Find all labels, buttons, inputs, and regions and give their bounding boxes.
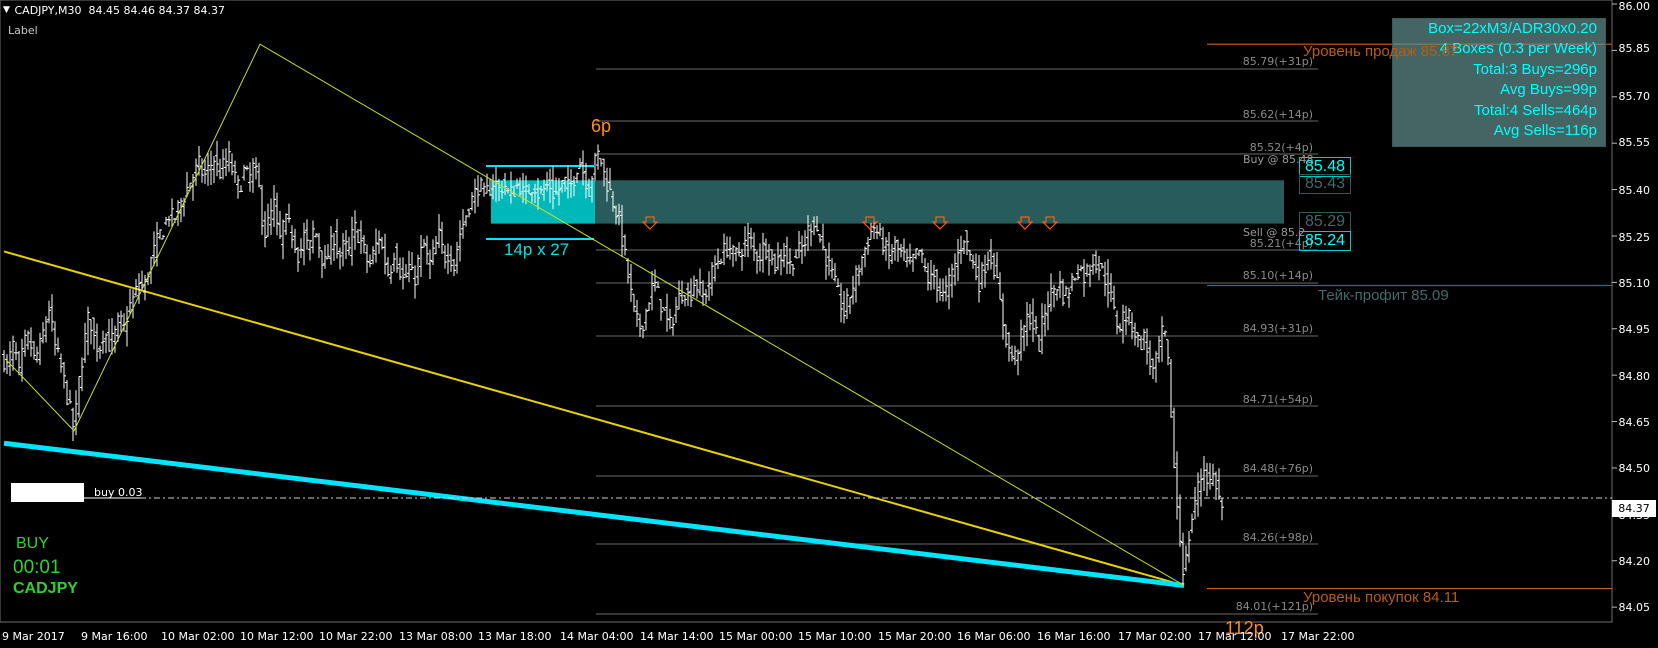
fib-label: 85.62(+14p) — [1242, 108, 1313, 121]
price-tick: 84.20 — [1618, 555, 1651, 568]
price-tick: 84.65 — [1618, 416, 1651, 429]
signal-symbol: CADJPY — [13, 580, 78, 597]
chart-header: CADJPY,M30 84.45 84.46 84.37 84.37 — [4, 4, 225, 17]
stat-line: Total:3 Buys=296p — [1473, 60, 1597, 78]
ohlc-values: 84.45 84.46 84.37 84.37 — [88, 4, 225, 17]
price-tick: 85.55 — [1618, 136, 1651, 149]
price-tick: 84.05 — [1618, 601, 1651, 614]
fib-label: 84.48(+76p) — [1242, 462, 1313, 475]
take-profit-label: Тейк-профит 85.09 — [1318, 287, 1449, 304]
time-tick: 17 Mar 02:00 — [1118, 630, 1192, 643]
stat-line: Box=22xM3/ADR30x0.20 — [1428, 20, 1597, 37]
fib-label: 84.93(+31p) — [1242, 322, 1313, 335]
bar-timer: 00:01 — [13, 557, 61, 578]
price-tick: 84.95 — [1618, 323, 1651, 336]
time-tick: 13 Mar 18:00 — [478, 630, 552, 643]
time-tick: 10 Mar 12:00 — [240, 630, 314, 643]
buy-level-label: Уровень покупок 84.11 — [1303, 589, 1460, 606]
stat-line: Total:4 Sells=464p — [1473, 101, 1597, 119]
time-tick: 9 Mar 2017 — [2, 630, 65, 643]
price-tick: 85.10 — [1618, 277, 1651, 290]
fib-label: 84.71(+54p) — [1242, 393, 1313, 406]
price-tick: 85.25 — [1618, 231, 1651, 244]
stats-panel: Box=22xM3/ADR30x0.20 4 Boxes (0.3 per We… — [1392, 18, 1606, 147]
time-tick: 17 Mar 12:00 — [1198, 630, 1272, 643]
box-top-price: 85.43 — [1299, 174, 1351, 194]
price-tick: 85.85 — [1618, 42, 1651, 55]
time-tick: 15 Mar 10:00 — [798, 630, 872, 643]
time-tick: 17 Mar 22:00 — [1281, 630, 1355, 643]
time-tick: 9 Mar 16:00 — [81, 630, 148, 643]
swing-high-pips: 6p — [591, 116, 612, 136]
current-price-marker: 84.37 — [1612, 500, 1656, 517]
buy-order-label: buy 0.03 — [94, 486, 143, 499]
sell-order-text: Sell @ 85.2 — [1243, 226, 1306, 239]
price-tick: 84.80 — [1618, 370, 1651, 383]
time-tick: 13 Mar 08:00 — [399, 630, 473, 643]
buy-order-tag[interactable] — [11, 483, 84, 502]
time-tick: 10 Mar 02:00 — [161, 630, 235, 643]
signal-label: BUY — [16, 535, 49, 552]
time-tick: 10 Mar 22:00 — [319, 630, 393, 643]
sell-price-box[interactable]: 85.24 — [1299, 231, 1351, 251]
fib-label: 85.10(+14p) — [1242, 269, 1313, 282]
time-tick: 16 Mar 06:00 — [957, 630, 1031, 643]
price-tick: 85.40 — [1618, 184, 1651, 197]
time-tick: 14 Mar 04:00 — [560, 630, 634, 643]
time-tick: 16 Mar 16:00 — [1037, 630, 1111, 643]
plot-frame — [0, 0, 1613, 623]
chart-window[interactable]: ▼ CADJPY,M30 84.45 84.46 84.37 84.37 Lab… — [0, 0, 1658, 648]
time-tick: 15 Mar 00:00 — [719, 630, 793, 643]
box-caption: 14p x 27 — [504, 240, 570, 259]
stat-line: Avg Sells=116p — [1493, 122, 1597, 140]
symbol-timeframe: CADJPY,M30 — [14, 4, 82, 17]
box-bottom-price: 85.29 — [1299, 212, 1351, 232]
stat-line: Avg Buys=99p — [1500, 81, 1597, 99]
fib-label: 84.01(+121p) — [1235, 600, 1313, 613]
fib-label: 85.79(+31p) — [1242, 55, 1313, 68]
price-tick: 85.70 — [1618, 90, 1651, 103]
fib-label: 84.26(+98p) — [1242, 531, 1313, 544]
time-tick: 15 Mar 20:00 — [878, 630, 952, 643]
price-tick: 84.50 — [1618, 462, 1651, 475]
sell-level-label: Уровень продаж 85.87 — [1303, 43, 1459, 60]
chart-label: Label — [8, 24, 38, 37]
price-tick: 86.00 — [1618, 0, 1651, 13]
time-tick: 14 Mar 14:00 — [640, 630, 714, 643]
